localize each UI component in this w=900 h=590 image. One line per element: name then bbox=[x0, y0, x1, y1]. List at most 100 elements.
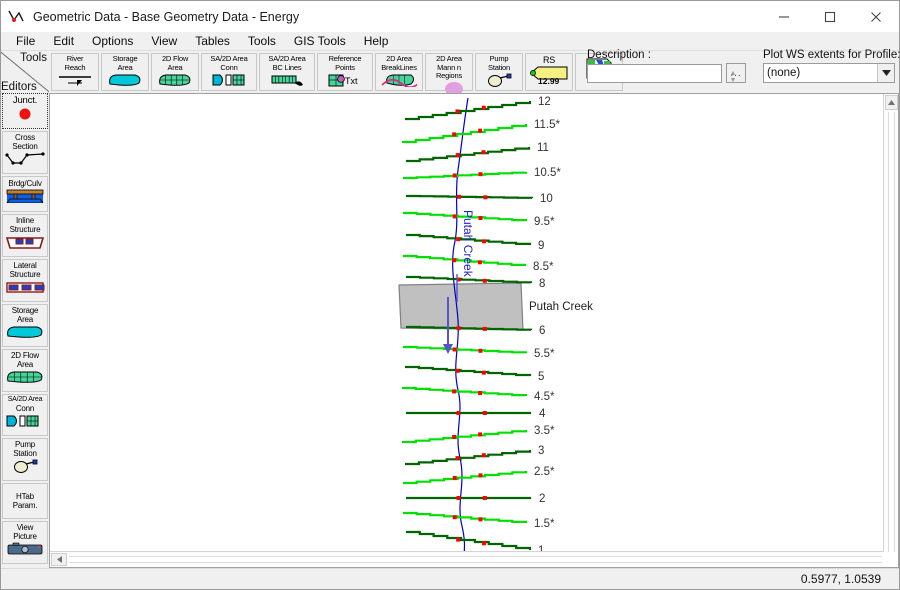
bank-station-point[interactable] bbox=[452, 258, 457, 263]
bank-station-point[interactable] bbox=[452, 435, 457, 439]
sidebar-item-storage-area[interactable]: Storage Area bbox=[2, 304, 48, 347]
storage-area-polygon[interactable] bbox=[398, 282, 524, 331]
bank-station-point[interactable] bbox=[452, 515, 457, 520]
bank-station-point[interactable] bbox=[481, 150, 486, 155]
close-button[interactable] bbox=[853, 1, 899, 32]
cross-section-line[interactable] bbox=[405, 365, 532, 377]
bank-station-point[interactable] bbox=[452, 132, 457, 137]
river-station-button[interactable]: RS 12.99 bbox=[525, 53, 573, 91]
2d-area-breaklines-button[interactable]: 2D Area BreakLines bbox=[375, 53, 423, 91]
bank-station-point[interactable] bbox=[455, 109, 460, 114]
sidebar-item-label: Brdg/Culv bbox=[8, 179, 42, 188]
storage-area-button[interactable]: Storage Area bbox=[101, 53, 149, 91]
cross-section-line[interactable] bbox=[403, 345, 528, 354]
vertical-scroll-track[interactable] bbox=[888, 112, 895, 552]
scroll-up-icon[interactable] bbox=[885, 95, 898, 110]
pump-station-button[interactable]: Pump Station bbox=[475, 53, 523, 91]
menu-item-view[interactable]: View bbox=[142, 33, 186, 49]
bank-station-point[interactable] bbox=[478, 172, 483, 177]
menu-item-help[interactable]: Help bbox=[355, 33, 398, 49]
maximize-button[interactable] bbox=[807, 1, 853, 32]
menu-item-edit[interactable]: Edit bbox=[44, 33, 83, 49]
bank-station-point[interactable] bbox=[481, 370, 486, 375]
menu-item-tables[interactable]: Tables bbox=[186, 33, 239, 49]
bank-station-point[interactable] bbox=[452, 347, 457, 352]
menu-item-file[interactable]: File bbox=[7, 33, 44, 49]
bank-station-point[interactable] bbox=[478, 128, 483, 133]
cross-section-line[interactable] bbox=[402, 430, 528, 444]
bank-station-point[interactable] bbox=[456, 237, 461, 242]
bank-station-point[interactable] bbox=[455, 456, 460, 461]
cross-section-label: 9 bbox=[538, 240, 544, 252]
menu-item-options[interactable]: Options bbox=[83, 33, 142, 49]
cross-section-line[interactable] bbox=[406, 275, 533, 284]
sa-2d-area-bc-lines-button[interactable]: SA/2D Area BC Lines bbox=[259, 53, 315, 91]
cross-section-line[interactable] bbox=[406, 147, 531, 163]
inline-structure-icon-wrap bbox=[5, 235, 45, 254]
bank-station-point[interactable] bbox=[478, 348, 483, 353]
cross-section-line[interactable] bbox=[403, 171, 528, 180]
sidebar-item-junction[interactable]: Junct. bbox=[2, 93, 48, 129]
sidebar-item-cross-section[interactable]: Cross Section bbox=[2, 131, 48, 174]
cross-section-line[interactable] bbox=[406, 530, 532, 550]
sidebar-item-view-picture[interactable]: View Picture bbox=[2, 521, 48, 564]
bank-station-point[interactable] bbox=[456, 194, 461, 199]
bank-station-point[interactable] bbox=[481, 453, 486, 458]
bank-station-point[interactable] bbox=[478, 517, 483, 522]
bank-station-point[interactable] bbox=[482, 411, 487, 415]
bank-station-point[interactable] bbox=[478, 391, 483, 395]
bank-station-point[interactable] bbox=[455, 153, 460, 158]
bank-station-point[interactable] bbox=[477, 260, 482, 265]
sidebar-item-2d-flow-area[interactable]: 2D Flow Area bbox=[2, 349, 48, 392]
bank-station-point[interactable] bbox=[452, 389, 457, 394]
reference-points-button[interactable]: Reference Points Txt bbox=[317, 53, 373, 91]
horizontal-scrollbar[interactable] bbox=[50, 551, 883, 567]
bank-station-point[interactable] bbox=[478, 432, 483, 437]
scroll-left-icon[interactable] bbox=[51, 553, 67, 566]
sidebar-item-sa-2d-area-conn[interactable]: SA/2D Area Conn bbox=[2, 394, 48, 436]
bank-station-point[interactable] bbox=[452, 476, 457, 480]
2d-area-mann-n-regions-button[interactable]: 2D Area Mann n Regions bbox=[425, 53, 473, 96]
river-reach-button[interactable]: River Reach bbox=[51, 53, 99, 91]
horizontal-scroll-track[interactable] bbox=[69, 556, 882, 563]
cross-section-line[interactable] bbox=[403, 511, 528, 523]
minimize-button[interactable] bbox=[761, 1, 807, 32]
bank-station-point[interactable] bbox=[481, 105, 486, 110]
bank-station-point[interactable] bbox=[456, 537, 461, 542]
bank-station-point[interactable] bbox=[482, 326, 487, 331]
bank-station-point[interactable] bbox=[456, 326, 461, 331]
bank-station-point[interactable] bbox=[456, 496, 461, 500]
sidebar-item-pump-station[interactable]: Pump Station bbox=[2, 438, 48, 481]
description-input[interactable] bbox=[587, 63, 722, 83]
sidebar-item-inline-structure[interactable]: Inline Structure bbox=[2, 214, 48, 257]
bank-station-point[interactable] bbox=[482, 541, 487, 546]
bank-station-point[interactable] bbox=[483, 195, 488, 200]
bank-station-point[interactable] bbox=[456, 411, 461, 415]
river-schematic-plot[interactable]: Putah Creek 12 11.5* 11 10.5* 10 9.5* 9 8.5* 8 6 5.… bbox=[50, 94, 883, 552]
menu-item-tools[interactable]: Tools bbox=[239, 33, 285, 49]
bank-station-point[interactable] bbox=[478, 473, 483, 478]
menu-item-gis-tools[interactable]: GIS Tools bbox=[285, 33, 355, 49]
vertical-scrollbar[interactable] bbox=[883, 94, 898, 552]
sidebar-item-lateral-structure[interactable]: Lateral Structure bbox=[2, 259, 48, 302]
2d-flow-area-button[interactable]: 2D Flow Area bbox=[151, 53, 199, 91]
bank-station-point[interactable] bbox=[452, 214, 457, 219]
bank-station-point[interactable] bbox=[482, 496, 487, 500]
bank-station-point[interactable] bbox=[455, 368, 460, 373]
bank-station-point[interactable] bbox=[478, 216, 483, 220]
cross-section-line[interactable] bbox=[406, 194, 534, 199]
bank-station-point[interactable] bbox=[482, 278, 487, 283]
mesh-blob-icon-wrap bbox=[5, 370, 45, 389]
bank-station-point[interactable] bbox=[452, 173, 457, 178]
cross-section-line[interactable] bbox=[402, 386, 528, 397]
sa-2d-area-conn-button[interactable]: SA/2D Area Conn bbox=[201, 53, 257, 91]
bank-station-point[interactable] bbox=[482, 239, 487, 244]
description-expand-button[interactable]: ... bbox=[726, 63, 746, 83]
profile-select[interactable]: (none) bbox=[763, 63, 895, 83]
sidebar-item-htab-param[interactable]: HTab Param. bbox=[2, 483, 48, 519]
sidebar-item-brdg-culv[interactable]: Brdg/Culv bbox=[2, 176, 48, 212]
cross-section-line[interactable] bbox=[405, 450, 532, 466]
cross-section-line[interactable] bbox=[403, 471, 528, 485]
arrow-right-icon-wrap bbox=[57, 73, 93, 92]
cross-section-label: 6 bbox=[539, 325, 545, 337]
